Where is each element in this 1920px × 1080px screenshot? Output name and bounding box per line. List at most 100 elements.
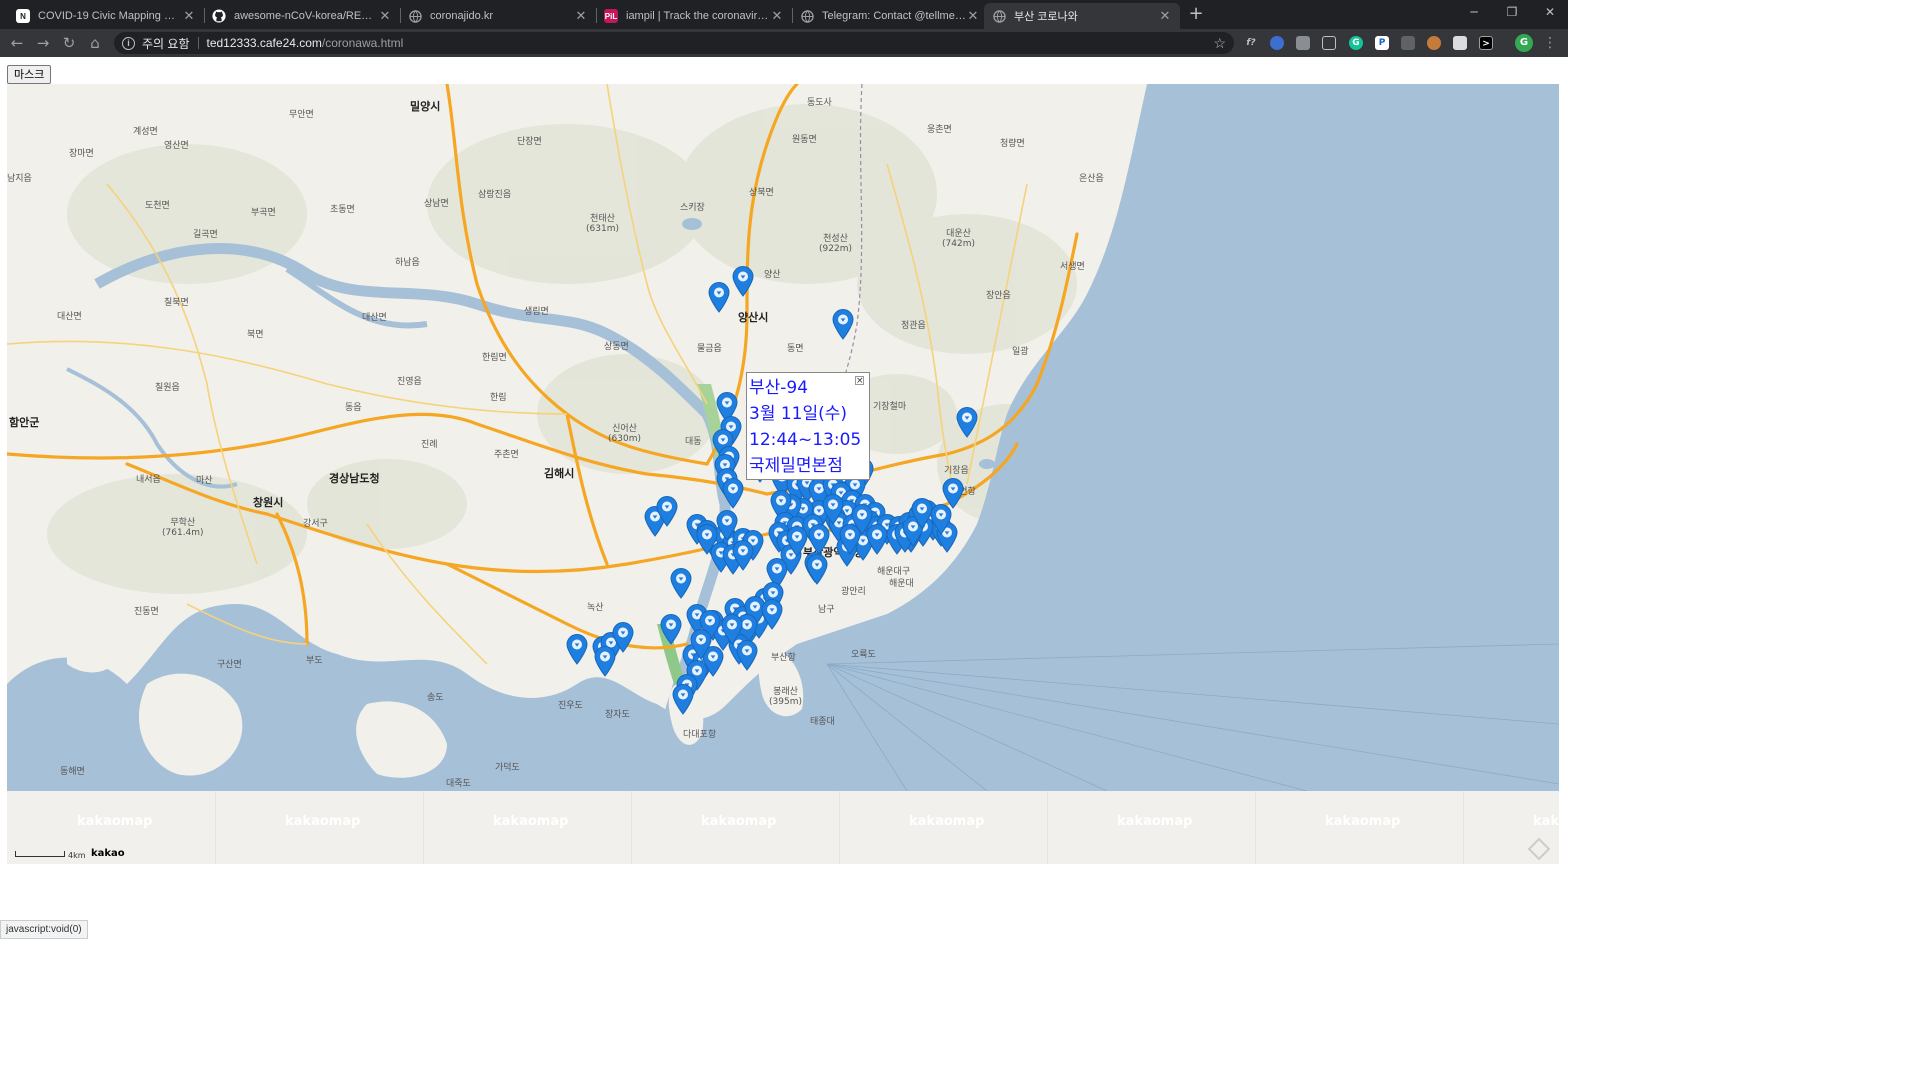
map-marker-pin-icon[interactable] [721,614,743,645]
tab-awesome-ncov-korea[interactable]: awesome-nCoV-korea/README. ✕ [204,3,400,29]
watermark-divider [839,791,840,864]
bookmark-star-icon[interactable]: ☆ [1213,35,1226,52]
map-marker-pin-icon[interactable] [732,266,754,297]
fox-extension-icon[interactable] [1427,36,1441,50]
url-path: /coronawa.html [321,36,404,50]
tab-title: coronajido.kr [430,10,493,22]
place-label: 칠원읍 [155,383,180,393]
tab-coronajido[interactable]: coronajido.kr ✕ [400,3,596,29]
maximize-button[interactable]: ❐ [1494,0,1530,26]
translate-extension-icon[interactable]: P [1375,36,1389,50]
place-label: 단장면 [517,137,542,147]
map-marker-pin-icon[interactable] [670,568,692,599]
place-label: 천성산 (922m) [819,234,852,254]
place-label: 온산읍 [1079,174,1104,184]
kakao-logo[interactable]: kakao [91,848,125,859]
map-marker-pin-icon[interactable] [832,309,854,340]
place-label: 스키장 [680,203,705,213]
mask-button[interactable]: 마스크 [7,65,52,84]
kakao-map[interactable]: 밀양시 양산시 김해시 창원시 경상남도청 함안군 부산광역시청 무안면 동도사… [7,84,1559,864]
map-marker-pin-icon[interactable] [690,629,712,660]
camera-extension-icon[interactable] [1296,36,1310,50]
map-marker-pin-icon[interactable] [722,478,744,509]
place-label: 도천면 [145,201,170,211]
kakaomap-watermark: kakaomap [77,814,153,829]
map-marker-pin-icon[interactable] [806,554,828,585]
tab-busan-corona[interactable]: 부산 코로나와 ✕ [984,3,1180,29]
place-label: 양산시 [738,311,769,324]
map-marker-pin-icon[interactable] [761,599,783,630]
info-time: 12:44~13:05 [749,430,862,450]
favicon-n-icon: N [16,9,30,23]
security-label[interactable]: 주의 요함 [142,35,190,52]
forward-button[interactable]: → [33,33,53,53]
map-marker-pin-icon[interactable] [594,646,616,677]
close-icon[interactable]: ✕ [574,8,588,24]
profile-avatar[interactable]: G [1515,34,1533,52]
map-marker-pin-icon[interactable] [732,540,754,571]
place-label: 봉래산 (395m) [769,687,802,707]
minimize-button[interactable]: ─ [1456,0,1492,26]
map-marker-pin-icon[interactable] [716,510,738,541]
map-marker-pin-icon[interactable] [660,614,682,645]
tab-title: Telegram: Contact @tellmecoron [822,10,966,22]
place-label: 원동면 [792,135,817,145]
close-icon[interactable]: ✕ [770,8,784,24]
tab-iampil[interactable]: PiL iampil | Track the coronavirus on ✕ [596,3,792,29]
map-marker-pin-icon[interactable] [696,524,718,555]
watermark-divider [423,791,424,864]
map-marker-pin-icon[interactable] [822,494,844,525]
home-button[interactable]: ⌂ [85,33,105,53]
place-label: 정관읍 [901,321,926,331]
terminal-extension-icon[interactable]: > [1479,36,1493,50]
place-label: 내서읍 [136,475,161,485]
address-bar[interactable]: i 주의 요함 ted12333.cafe24.com/coronawa.htm… [114,32,1234,54]
close-icon[interactable]: ✕ [966,8,980,24]
map-marker-pin-icon[interactable] [808,524,830,555]
bulb-extension-icon[interactable] [1401,36,1415,50]
kakaomap-watermark: kakaomap [1533,814,1559,829]
kakaomap-watermark: kakaomap [285,814,361,829]
tab-covid-civic-mapping[interactable]: N COVID-19 Civic Mapping Exampl ✕ [8,3,204,29]
place-label: 대죽도 [446,779,471,789]
close-icon[interactable]: ✕ [1158,8,1172,24]
place-label: 웅촌면 [927,125,952,135]
place-label: 진영읍 [397,377,422,387]
document-extension-icon[interactable] [1453,36,1467,50]
place-label: 동해면 [60,767,85,777]
reload-button[interactable]: ↻ [59,33,79,53]
place-label: 진우도 [558,701,583,711]
map-marker-pin-icon[interactable] [956,407,978,438]
tab-telegram[interactable]: Telegram: Contact @tellmecoron ✕ [792,3,988,29]
new-tab-button[interactable]: + [1186,4,1206,24]
place-label: 해운대구 [877,567,911,577]
place-label: 태종대 [810,717,835,727]
menu-kebab-icon[interactable]: ⋮ [1540,33,1560,53]
map-marker-pin-icon[interactable] [930,504,952,535]
map-marker-pin-icon[interactable] [672,684,694,715]
info-icon[interactable]: i [122,36,135,50]
back-button[interactable]: ← [7,33,27,53]
map-marker-pin-icon[interactable] [566,634,588,665]
close-icon[interactable]: ✕ [378,8,392,24]
close-icon[interactable]: × [855,376,864,386]
place-label: 양산 [764,270,781,280]
place-label: 계성면 [133,127,158,137]
map-marker-pin-icon[interactable] [656,496,678,527]
tab-title: 부산 코로나와 [1014,11,1078,23]
kakaomap-watermark: kakaomap [1325,814,1401,829]
map-marker-pin-icon[interactable] [708,282,730,313]
close-icon[interactable]: ✕ [182,8,196,24]
map-marker-pin-icon[interactable] [786,526,808,557]
info-place: 국제밀면본점 [749,456,843,476]
scale-label: 4km [68,851,86,860]
shield-extension-icon[interactable] [1270,36,1284,50]
formula-extension-icon[interactable]: f? [1244,36,1258,50]
scale-bar [15,851,65,857]
map-marker-pin-icon[interactable] [866,524,888,555]
crop-extension-icon[interactable] [1322,36,1336,50]
grammarly-icon[interactable]: G [1349,36,1363,50]
close-window-button[interactable]: ✕ [1532,0,1568,26]
globe-icon [800,9,814,23]
place-label: 초동면 [330,205,355,215]
